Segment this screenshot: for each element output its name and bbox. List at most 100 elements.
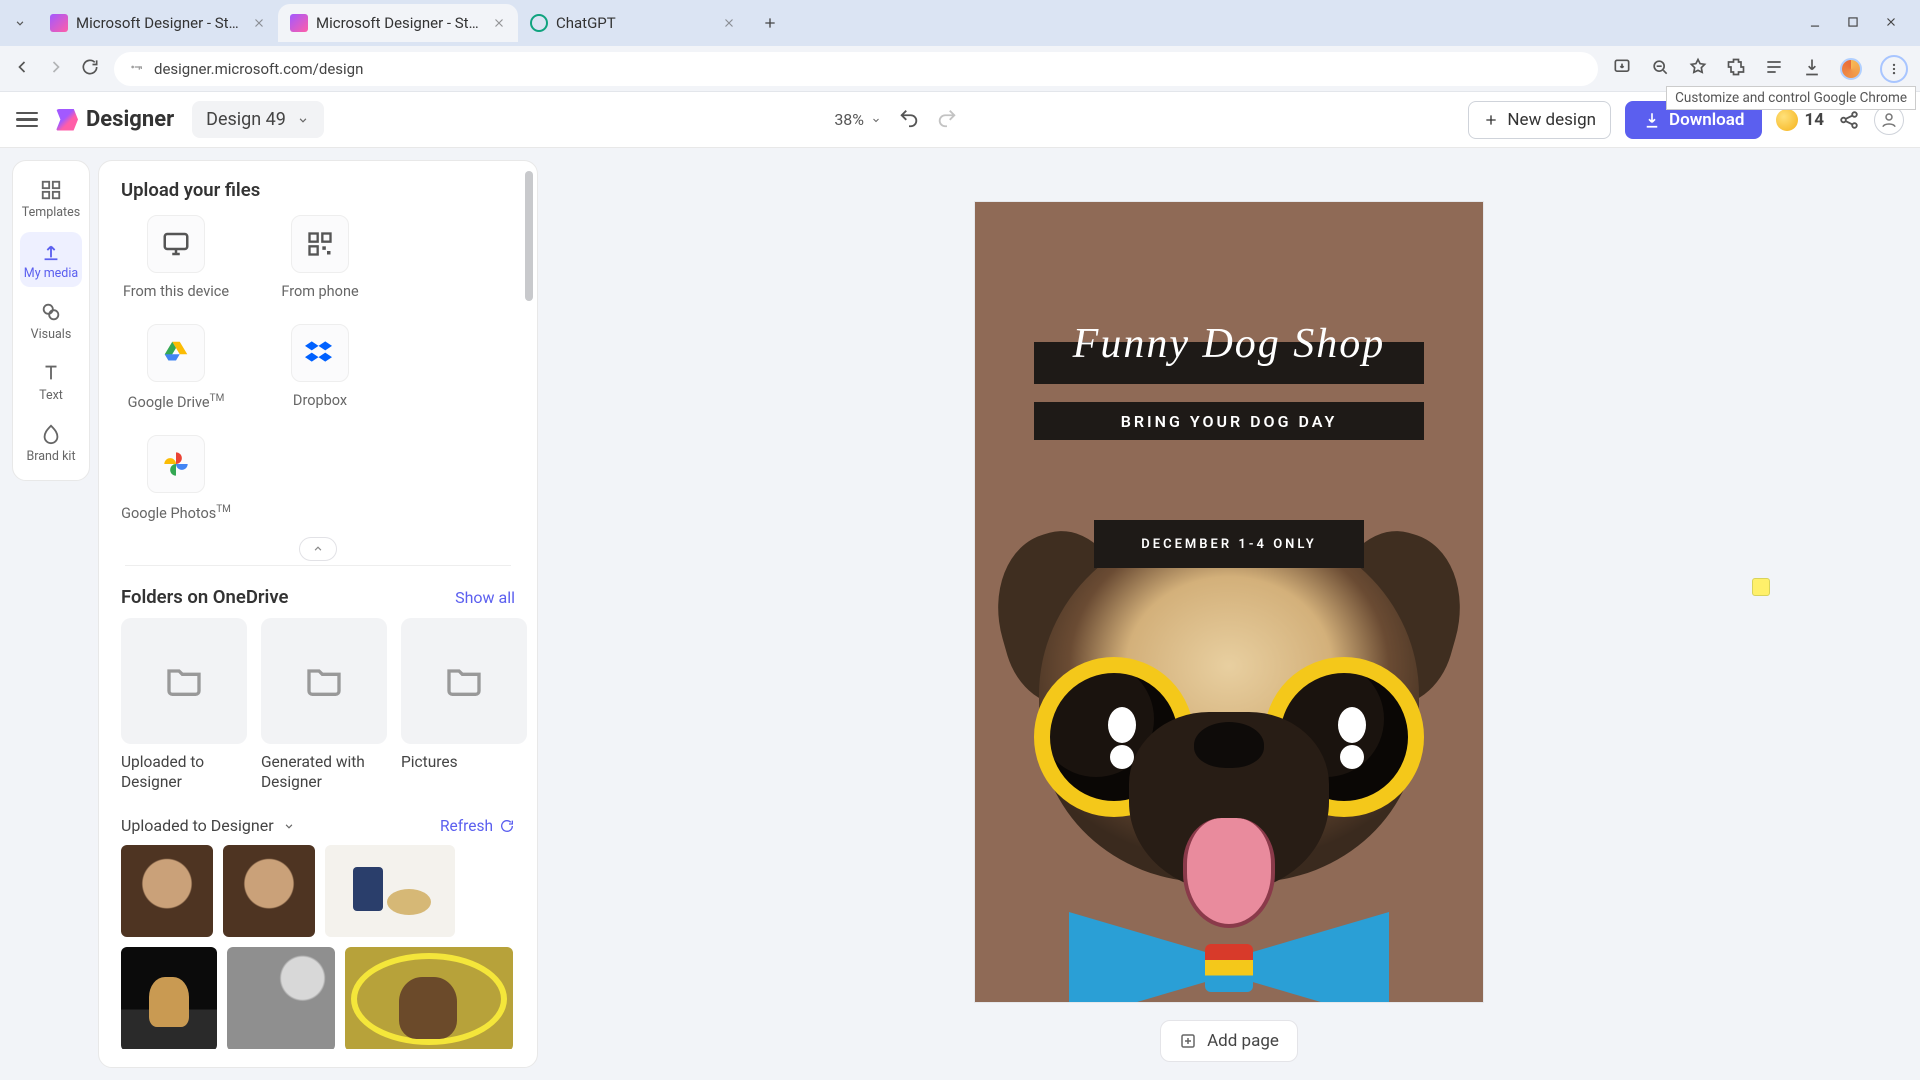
window-close-icon[interactable] xyxy=(1884,14,1898,33)
google-drive-icon xyxy=(147,324,205,382)
tabs-dropdown-icon[interactable] xyxy=(10,13,30,33)
favicon-icon xyxy=(50,14,68,32)
add-page-button[interactable]: Add page xyxy=(1160,1020,1298,1062)
rail-brand-kit[interactable]: Brand kit xyxy=(20,415,82,470)
text-icon xyxy=(40,362,62,384)
downloads-icon[interactable] xyxy=(1802,57,1822,81)
cursor-highlight-icon xyxy=(1752,578,1770,596)
logo-icon xyxy=(56,109,78,131)
rail-label: Text xyxy=(39,388,63,403)
brand-kit-icon xyxy=(40,423,62,445)
close-icon[interactable] xyxy=(722,16,736,30)
rail-visuals[interactable]: Visuals xyxy=(20,293,82,348)
download-label: Download xyxy=(1669,110,1744,130)
bookmark-icon[interactable] xyxy=(1688,57,1708,81)
url-text: designer.microsoft.com/design xyxy=(154,60,363,78)
folder-pictures[interactable]: Pictures xyxy=(401,618,527,792)
media-thumb[interactable] xyxy=(223,845,315,937)
folder-uploaded-to-designer[interactable]: Uploaded to Designer xyxy=(121,618,247,792)
upload-from-phone[interactable]: From phone xyxy=(265,215,375,302)
canvas-area[interactable]: Funny Dog Shop BRING YOUR DOG DAY DECEMB… xyxy=(538,148,1920,1080)
rail-templates[interactable]: Templates xyxy=(20,171,82,226)
folder-icon xyxy=(164,661,204,701)
design-name: Design 49 xyxy=(206,109,286,130)
folder-label: Pictures xyxy=(401,752,527,772)
upload-section-title: Upload your files xyxy=(121,179,515,201)
address-bar: designer.microsoft.com/design xyxy=(0,46,1920,92)
show-all-link[interactable]: Show all xyxy=(455,588,515,607)
uploaded-section-label: Uploaded to Designer xyxy=(121,816,274,835)
media-thumb[interactable] xyxy=(121,947,217,1049)
share-icon[interactable] xyxy=(1838,109,1860,131)
collapse-upload-button[interactable] xyxy=(299,537,337,561)
upload-label: Google DriveTM xyxy=(128,392,225,413)
date-banner[interactable]: DECEMBER 1-4 ONLY xyxy=(1094,520,1364,568)
minimize-icon[interactable] xyxy=(1808,14,1822,33)
media-thumb[interactable] xyxy=(227,947,335,1049)
zoom-dropdown[interactable]: 38% xyxy=(834,110,882,129)
refresh-button[interactable]: Refresh xyxy=(440,817,515,835)
chevron-down-icon xyxy=(296,113,310,127)
rail-label: Brand kit xyxy=(26,449,75,464)
zoom-icon[interactable] xyxy=(1650,57,1670,81)
design-artboard[interactable]: Funny Dog Shop BRING YOUR DOG DAY DECEMB… xyxy=(975,202,1483,1002)
folder-label: Uploaded to Designer xyxy=(121,752,247,792)
folder-label: Generated with Designer xyxy=(261,752,387,792)
subtitle-bar[interactable]: BRING YOUR DOG DAY xyxy=(1034,402,1424,440)
rail-my-media[interactable]: My media xyxy=(20,232,82,287)
redo-icon[interactable] xyxy=(936,107,958,133)
new-design-button[interactable]: New design xyxy=(1468,101,1611,139)
hamburger-icon[interactable] xyxy=(16,112,38,128)
chevron-up-icon xyxy=(311,542,325,556)
pug-image[interactable] xyxy=(994,502,1464,1002)
app-logo[interactable]: Designer xyxy=(56,107,174,132)
new-tab-button[interactable] xyxy=(756,9,784,37)
folders-section-title: Folders on OneDrive xyxy=(121,586,288,608)
rail-label: My media xyxy=(24,266,78,281)
my-media-panel: Upload your files From this device From … xyxy=(98,160,538,1068)
url-field[interactable]: designer.microsoft.com/design xyxy=(114,52,1598,86)
back-icon[interactable] xyxy=(12,57,32,81)
design-title-text[interactable]: Funny Dog Shop xyxy=(975,320,1483,368)
extensions-icon[interactable] xyxy=(1726,57,1746,81)
design-name-dropdown[interactable]: Design 49 xyxy=(192,101,324,138)
uploaded-section-dropdown[interactable]: Uploaded to Designer xyxy=(121,816,296,835)
forward-icon[interactable] xyxy=(46,57,66,81)
folder-icon xyxy=(304,661,344,701)
media-thumb[interactable] xyxy=(325,845,455,937)
site-info-icon[interactable] xyxy=(128,59,144,79)
chrome-menu-tooltip: Customize and control Google Chrome xyxy=(1666,86,1916,110)
coin-icon xyxy=(1776,109,1798,131)
upload-dropbox[interactable]: Dropbox xyxy=(265,324,375,413)
profile-avatar-icon[interactable] xyxy=(1840,58,1862,80)
folder-generated-with-designer[interactable]: Generated with Designer xyxy=(261,618,387,792)
maximize-icon[interactable] xyxy=(1846,14,1860,33)
upload-google-drive[interactable]: Google DriveTM xyxy=(121,324,231,413)
tab-title: Microsoft Designer - Stunning xyxy=(76,14,244,32)
install-app-icon[interactable] xyxy=(1612,57,1632,81)
chrome-menu-icon[interactable] xyxy=(1880,55,1908,83)
upload-label: Dropbox xyxy=(293,392,347,411)
tab-designer-2[interactable]: Microsoft Designer - Stunning xyxy=(278,4,518,42)
media-thumb[interactable] xyxy=(121,845,213,937)
credits-badge[interactable]: 14 xyxy=(1776,109,1824,131)
tab-chatgpt[interactable]: ChatGPT xyxy=(518,4,748,42)
tab-designer-1[interactable]: Microsoft Designer - Stunning xyxy=(38,4,278,42)
close-icon[interactable] xyxy=(252,16,266,30)
scrollbar-thumb[interactable] xyxy=(525,171,533,301)
download-icon xyxy=(1643,111,1661,129)
upload-label: From this device xyxy=(123,283,229,302)
undo-icon[interactable] xyxy=(898,107,920,133)
media-thumb[interactable] xyxy=(345,947,513,1049)
media-thumbnails xyxy=(121,845,515,1049)
templates-icon xyxy=(40,179,62,201)
date-banner-text: DECEMBER 1-4 ONLY xyxy=(1141,537,1316,552)
reload-icon[interactable] xyxy=(80,57,100,81)
upload-google-photos[interactable]: Google PhotosTM xyxy=(121,435,231,524)
rail-text[interactable]: Text xyxy=(20,354,82,409)
divider xyxy=(125,565,511,566)
close-icon[interactable] xyxy=(492,16,506,30)
upload-from-device[interactable]: From this device xyxy=(121,215,231,302)
plus-square-icon xyxy=(1179,1032,1197,1050)
reading-list-icon[interactable] xyxy=(1764,57,1784,81)
